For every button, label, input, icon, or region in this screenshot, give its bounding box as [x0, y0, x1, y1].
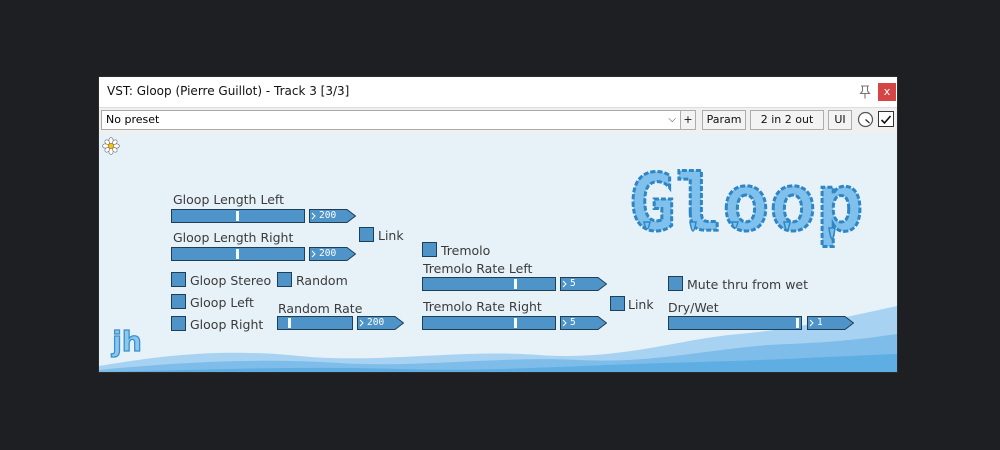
random-rate-slider[interactable] [277, 316, 353, 330]
wet-knob-icon[interactable] [857, 111, 874, 128]
tremolo-checkbox[interactable] [422, 242, 437, 257]
slider-thumb[interactable] [796, 318, 799, 328]
random-rate-value[interactable]: 200 [357, 316, 404, 330]
dry-wet-label: Dry/Wet [668, 300, 719, 315]
random-checkbox[interactable] [277, 272, 292, 287]
dry-wet-value[interactable]: 1 [807, 316, 854, 330]
chevron-down-icon: ⌵ [668, 114, 676, 125]
random-rate-label: Random Rate [278, 301, 363, 316]
brand-initials: jh [111, 325, 142, 358]
ui-button[interactable]: UI [828, 110, 852, 130]
slider-thumb[interactable] [514, 318, 517, 328]
link-gloop-checkbox[interactable] [359, 227, 374, 242]
enable-checkbox[interactable] [878, 111, 894, 127]
plugin-panel: Gloop jh Gloop Length Left 200 Gloop Len… [99, 134, 897, 372]
dry-wet-slider[interactable] [668, 316, 802, 330]
logo-text: Gloop [629, 159, 864, 249]
gloop-left-checkbox[interactable] [171, 294, 186, 309]
io-config-button[interactable]: 2 in 2 out [750, 110, 824, 130]
gloop-length-left-label: Gloop Length Left [173, 192, 284, 207]
brand-logo: jh [105, 319, 149, 363]
mute-thru-checkbox[interactable] [668, 276, 683, 291]
preset-select[interactable]: No preset ⌵ [101, 110, 681, 130]
tremolo-rate-left-value[interactable]: 5 [560, 277, 607, 291]
preset-value: No preset [106, 113, 160, 126]
gloop-stereo-checkbox[interactable] [171, 272, 186, 287]
plugin-window: VST: Gloop (Pierre Guillot) - Track 3 [3… [99, 77, 897, 372]
link-tremolo-label: Link [628, 297, 654, 312]
tremolo-rate-right-slider[interactable] [422, 316, 556, 330]
slider-thumb[interactable] [288, 318, 291, 328]
title-bar: VST: Gloop (Pierre Guillot) - Track 3 [3… [99, 77, 897, 107]
toolbar: No preset ⌵ + Param 2 in 2 out UI [99, 107, 897, 134]
gloop-right-checkbox[interactable] [171, 316, 186, 331]
tremolo-rate-left-slider[interactable] [422, 277, 556, 291]
tremolo-label: Tremolo [441, 243, 491, 258]
add-preset-button[interactable]: + [680, 110, 696, 130]
slider-thumb[interactable] [514, 279, 517, 289]
tremolo-rate-right-value[interactable]: 5 [560, 316, 607, 330]
gloop-length-right-value[interactable]: 200 [309, 247, 356, 261]
slider-thumb[interactable] [236, 211, 239, 221]
random-label: Random [296, 273, 348, 288]
link-gloop-label: Link [378, 228, 404, 243]
mute-thru-label: Mute thru from wet [687, 277, 809, 292]
gloop-stereo-label: Gloop Stereo [190, 273, 272, 288]
window-title: VST: Gloop (Pierre Guillot) - Track 3 [3… [107, 84, 350, 98]
gloop-right-label: Gloop Right [190, 317, 264, 332]
flower-icon [102, 137, 120, 155]
gloop-left-label: Gloop Left [190, 295, 254, 310]
pin-icon[interactable] [856, 83, 874, 101]
gloop-length-right-label: Gloop Length Right [173, 230, 294, 245]
slider-thumb[interactable] [236, 249, 239, 259]
gloop-length-left-slider[interactable] [171, 209, 305, 223]
close-button[interactable]: x [878, 83, 896, 101]
gloop-length-left-value[interactable]: 200 [309, 209, 356, 223]
tremolo-rate-right-label: Tremolo Rate Right [423, 299, 542, 314]
link-tremolo-checkbox[interactable] [610, 296, 625, 311]
gloop-logo: Gloop [604, 142, 889, 257]
gloop-length-right-slider[interactable] [171, 247, 305, 261]
param-button[interactable]: Param [702, 110, 746, 130]
tremolo-rate-left-label: Tremolo Rate Left [423, 261, 533, 276]
